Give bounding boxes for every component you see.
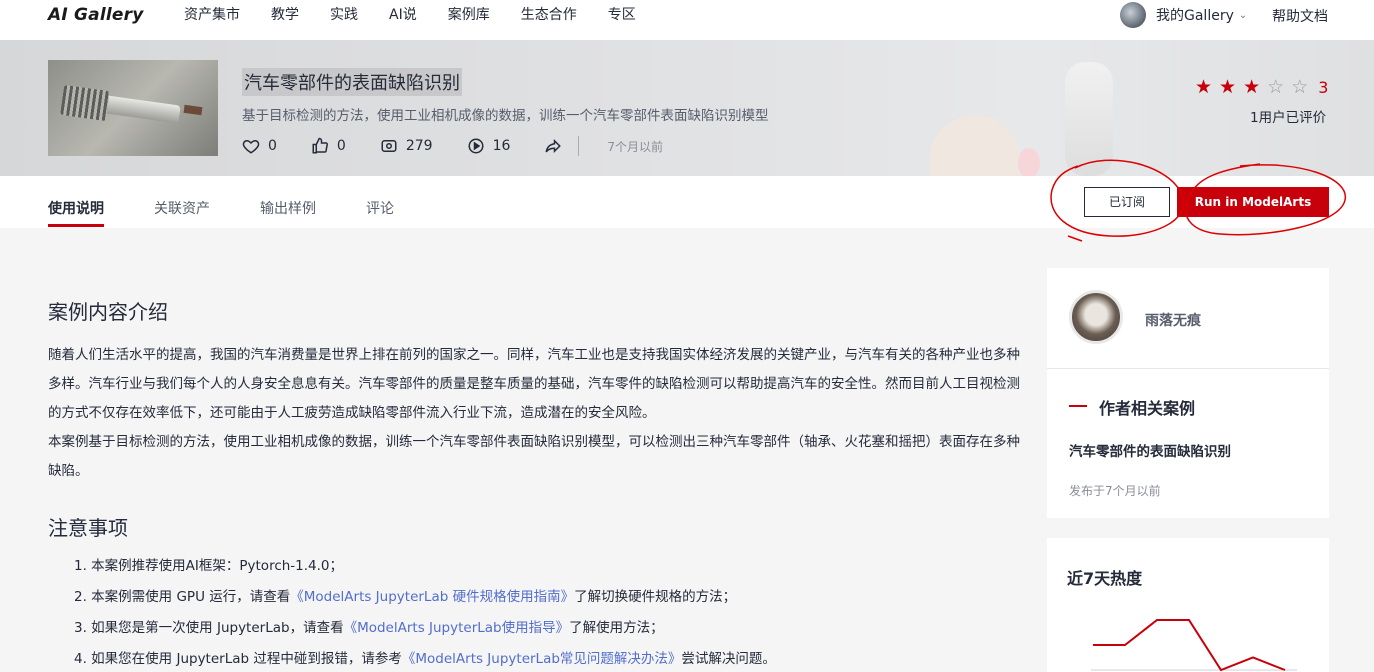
ai-gallery-logo[interactable]: AI Gallery — [48, 5, 143, 25]
view-stat: 279 — [380, 137, 433, 155]
rating-stars[interactable]: ★ ★ ★ ☆ ☆ 3 — [1188, 76, 1328, 98]
nav-item-ai-talk[interactable]: AI说 — [389, 0, 417, 40]
author-avatar[interactable] — [1069, 290, 1123, 344]
top-navbar: AI Gallery 资产集市 教学 实践 AI说 案例库 生态合作 专区 我的… — [0, 0, 1374, 40]
star-outline-icon[interactable]: ☆ — [1291, 76, 1308, 98]
thumbs-up-count: 0 — [336, 138, 346, 154]
note-text: 了解使用方法； — [569, 620, 664, 636]
case-thumbnail — [48, 60, 218, 156]
note-text: 3. 如果您是第一次使用 JupyterLab，请查看 — [74, 620, 344, 636]
star-icon[interactable]: ★ — [1243, 76, 1260, 98]
gpu-guide-link[interactable]: 《ModelArts JupyterLab 硬件规格使用指南》 — [290, 589, 574, 605]
tab-output-samples[interactable]: 输出样例 — [260, 198, 316, 218]
spark-plug-tip — [183, 104, 203, 116]
tab-comments[interactable]: 评论 — [366, 198, 394, 218]
section-heading-intro: 案例内容介绍 — [48, 300, 168, 324]
tab-related-assets[interactable]: 关联资产 — [154, 198, 210, 218]
star-outline-icon[interactable]: ☆ — [1267, 76, 1284, 98]
list-item: 2. 本案例需使用 GPU 运行，请查看《ModelArts JupyterLa… — [74, 582, 1020, 613]
jupyterlab-guide-link[interactable]: 《ModelArts JupyterLab使用指导》 — [344, 620, 570, 636]
case-description: 基于目标检测的方法，使用工业相机成像的数据，训练一个汽车零部件表面缺陷识别模型 — [242, 108, 769, 124]
thumbs-up-icon[interactable] — [311, 137, 329, 155]
main-nav: 资产集市 教学 实践 AI说 案例库 生态合作 专区 — [184, 0, 667, 40]
author-card: 雨落无痕 作者相关案例 汽车零部件的表面缺陷识别 发布于7个月以前 — [1047, 268, 1329, 518]
run-in-modelarts-button[interactable]: Run in ModelArts — [1177, 187, 1329, 217]
nav-item-case-library[interactable]: 案例库 — [448, 0, 490, 40]
share-stat[interactable] — [544, 137, 570, 155]
list-item: 1. 本案例推荐使用AI框架：Pytorch-1.4.0； — [74, 551, 1020, 582]
main-content: 案例内容介绍 随着人们生活水平的提高，我国的汽车消费量是世界上排在前列的国家之一… — [48, 268, 1020, 672]
star-icon[interactable]: ★ — [1219, 76, 1236, 98]
nav-item-practice[interactable]: 实践 — [330, 0, 358, 40]
heat-chart — [1091, 619, 1297, 672]
like-stat[interactable]: 0 — [242, 137, 277, 155]
notes-list: 1. 本案例推荐使用AI框架：Pytorch-1.4.0； 2. 本案例需使用 … — [74, 551, 1020, 672]
star-icon[interactable]: ★ — [1195, 76, 1212, 98]
heart-icon[interactable] — [242, 137, 260, 155]
nav-item-zone[interactable]: 专区 — [608, 0, 636, 40]
nav-item-ecosystem[interactable]: 生态合作 — [521, 0, 577, 40]
view-count: 279 — [405, 138, 433, 154]
title-accent-bar — [1069, 405, 1087, 407]
note-text: 尝试解决问题。 — [681, 651, 776, 667]
share-icon[interactable] — [544, 137, 562, 155]
play-circle-icon — [468, 138, 484, 154]
tab-usage[interactable]: 使用说明 — [48, 198, 104, 218]
note-text: 4. 如果您在使用 JupyterLab 过程中碰到报错，请参考 — [74, 651, 402, 667]
note-text: 了解切换硬件规格的方法； — [574, 589, 737, 605]
nav-item-asset-market[interactable]: 资产集市 — [184, 0, 240, 40]
decorative-shape — [1018, 148, 1040, 176]
note-text: 1. 本案例推荐使用AI框架：Pytorch-1.4.0； — [74, 558, 344, 574]
list-item: 4. 如果您在使用 JupyterLab 过程中碰到报错，请参考《ModelAr… — [74, 644, 1020, 672]
divider — [1047, 368, 1329, 369]
publish-time: 7个月以前 — [607, 139, 664, 154]
user-menu[interactable]: 我的Gallery ⌄ — [1120, 2, 1247, 28]
heat-series-line — [1093, 619, 1286, 672]
note-text: 2. 本案例需使用 GPU 运行，请查看 — [74, 589, 291, 605]
heat-card: 近7天热度 — [1047, 538, 1329, 672]
like-count: 0 — [268, 138, 277, 154]
author-name[interactable]: 雨落无痕 — [1145, 310, 1201, 330]
run-count: 16 — [492, 138, 511, 154]
thumbs-up-stat[interactable]: 0 — [311, 137, 346, 155]
section-heading-notes: 注意事项 — [48, 516, 128, 540]
related-cases-title: 作者相关案例 — [1099, 399, 1196, 418]
chevron-down-icon[interactable]: ⌄ — [1239, 10, 1247, 21]
intro-paragraph: 本案例基于目标检测的方法，使用工业相机成像的数据，训练一个汽车零部件表面缺陷识别… — [48, 434, 1020, 479]
divider — [578, 136, 580, 156]
list-item: 3. 如果您是第一次使用 JupyterLab，请查看《ModelArts Ju… — [74, 613, 1020, 644]
nav-item-teaching[interactable]: 教学 — [271, 0, 299, 40]
decorative-shape — [1065, 62, 1113, 176]
active-tab-indicator — [48, 224, 104, 227]
my-gallery-label[interactable]: 我的Gallery — [1156, 5, 1234, 25]
run-stat: 16 — [467, 137, 511, 155]
eye-icon — [381, 140, 397, 152]
case-stats: 0 0 279 16 7个月以前 — [242, 136, 663, 156]
rating-score: 3 — [1318, 77, 1329, 97]
case-banner: 汽车零部件的表面缺陷识别 基于目标检测的方法，使用工业相机成像的数据，训练一个汽… — [0, 40, 1374, 176]
avatar[interactable] — [1120, 2, 1146, 28]
faq-link[interactable]: 《ModelArts JupyterLab常见问题解决办法》 — [402, 651, 682, 667]
intro-paragraph: 随着人们生活水平的提高，我国的汽车消费量是世界上排在前列的国家之一。同样，汽车工… — [48, 347, 1020, 421]
help-docs-link[interactable]: 帮助文档 — [1272, 6, 1328, 26]
case-title: 汽车零部件的表面缺陷识别 — [242, 68, 462, 96]
subscribed-button[interactable]: 已订阅 — [1084, 187, 1170, 217]
related-case-date: 发布于7个月以前 — [1069, 484, 1161, 498]
rating-count: 1用户已评价 — [1250, 110, 1327, 126]
decorative-shape — [930, 116, 1020, 176]
related-case-link[interactable]: 汽车零部件的表面缺陷识别 — [1069, 440, 1231, 460]
spark-plug-thread — [60, 84, 110, 122]
